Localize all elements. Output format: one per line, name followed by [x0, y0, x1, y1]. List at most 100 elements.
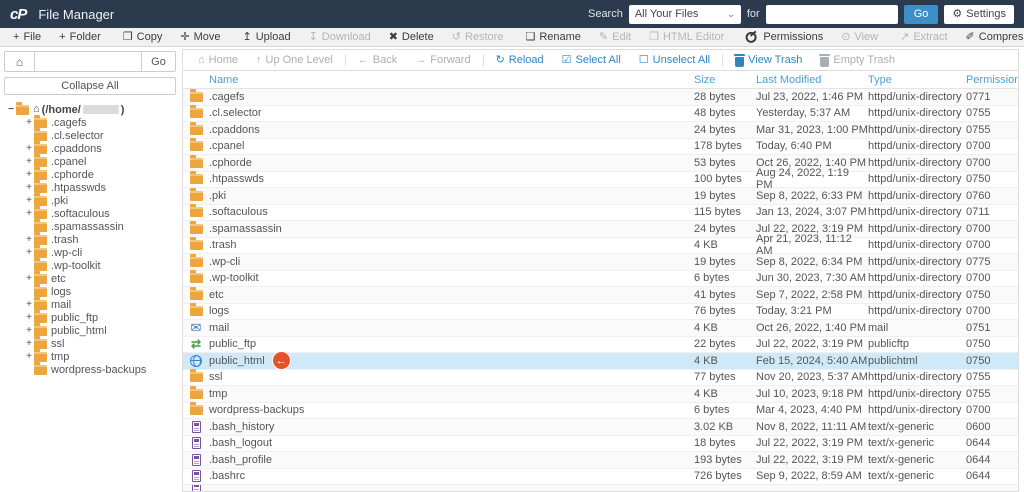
table-row-etc[interactable]: etc 41 bytes Sep 7, 2022, 2:58 PM httpd/uni…	[183, 286, 1018, 304]
table-row--softaculous[interactable]: .softaculous 115 bytes Jan 13, 2024, 3:07 …	[183, 204, 1018, 221]
table-row-public-html[interactable]: public_html ← 4 KB Feb 15, 2024, 5:40 AM pub…	[183, 352, 1018, 370]
sidebar-item-logs[interactable]: logs	[4, 283, 176, 298]
sidebar-item--wp-toolkit[interactable]: .wp-toolkit	[4, 257, 176, 272]
folder-icon	[189, 303, 203, 317]
sidebar-item--cpaddons[interactable]: + .cpaddons	[4, 140, 176, 155]
file-name: .cl.selector	[209, 107, 262, 120]
toolbar-rename-button[interactable]: ❏ Rename	[516, 31, 589, 43]
toolbar-file-button[interactable]: + File	[4, 31, 50, 43]
toolbar-button-label: Copy	[136, 31, 163, 43]
sidebar-item--cpanel[interactable]: + .cpanel	[4, 153, 176, 168]
expand-icon[interactable]: +	[24, 208, 34, 219]
search-scope-select[interactable]: All Your Files ⌄	[628, 4, 741, 24]
file-name: .pki	[209, 189, 227, 202]
tree-root-home[interactable]: − ⌂ (/home/)	[4, 101, 176, 116]
path-go-button[interactable]: Go	[141, 52, 175, 71]
file-type: httpd/unix-directory	[868, 107, 962, 120]
sidebar-item-ssl[interactable]: + ssl	[4, 335, 176, 350]
collapse-icon[interactable]: −	[6, 104, 16, 115]
table-row-tmp[interactable]: tmp 4 KB Jul 10, 2023, 9:18 PM httpd/unix-d…	[183, 385, 1018, 403]
file-size: 28 bytes	[694, 90, 736, 103]
nav-reload-button[interactable]: ↻ Reload	[487, 54, 553, 66]
table-row--htpasswds[interactable]: .htpasswds 100 bytes Aug 24, 2022, 1:19 PM…	[183, 167, 1018, 191]
file-type: text/x-generic	[868, 437, 935, 450]
table-row-public-ftp[interactable]: ⇄ public_ftp 22 bytes Jul 22, 2022, 3:19 PM…	[183, 337, 1018, 353]
table-row--trash[interactable]: .trash 4 KB Apr 21, 2023, 11:12 AM httpd/un…	[183, 233, 1018, 257]
sidebar-item-public-ftp[interactable]: + public_ftp	[4, 309, 176, 324]
table-row--cphorde[interactable]: .cphorde 53 bytes Oct 26, 2022, 1:40 PM htt…	[183, 154, 1018, 172]
nav-select-all-button[interactable]: ☑ Select All	[553, 54, 630, 66]
toolbar-copy-button[interactable]: ❐ Copy	[114, 31, 172, 43]
table-row-logs[interactable]: logs 76 bytes Today, 3:21 PM httpd/unix-dir…	[183, 303, 1018, 320]
search-go-button[interactable]: Go	[903, 4, 939, 24]
column-last-modified[interactable]: Last Modified	[756, 74, 868, 86]
toolbar-move-button[interactable]: ✛ Move	[171, 31, 229, 43]
table-row--bash-logout[interactable]: .bash_logout 18 bytes Jul 22, 2022, 3:19 P…	[183, 436, 1018, 452]
sidebar-item--trash[interactable]: + .trash	[4, 231, 176, 246]
expand-icon[interactable]: +	[24, 143, 34, 154]
nav-view-trash-button[interactable]: View Trash	[726, 53, 811, 67]
column-size[interactable]: Size	[694, 74, 756, 86]
expand-icon[interactable]: +	[24, 325, 34, 336]
toolbar-folder-button[interactable]: + Folder	[50, 31, 110, 43]
tree-item-label: logs	[51, 285, 72, 298]
expand-icon[interactable]: +	[24, 273, 34, 284]
expand-icon[interactable]: +	[24, 247, 34, 258]
expand-icon[interactable]: +	[24, 156, 34, 167]
table-row-wordpress-backups[interactable]: wordpress-backups 6 bytes Mar 4, 2023, 4:4…	[183, 402, 1018, 419]
expand-icon[interactable]: +	[24, 117, 34, 128]
column-name[interactable]: Name	[183, 74, 694, 86]
toolbar-compress-button[interactable]: ✐ Compress	[957, 31, 1024, 43]
expand-icon[interactable]: +	[24, 299, 34, 310]
toolbar-permissions-button[interactable]: Permissions	[737, 30, 832, 44]
collapse-all-button[interactable]: Collapse All	[4, 77, 176, 95]
table-row--cpanel[interactable]: .cpanel 178 bytes Today, 6:40 PM httpd/unix…	[183, 138, 1018, 155]
sidebar-item--wp-cli[interactable]: + .wp-cli	[4, 244, 176, 259]
table-row--cagefs[interactable]: .cagefs 28 bytes Jul 23, 2022, 1:46 PM http…	[183, 88, 1018, 106]
expand-icon[interactable]: +	[24, 351, 34, 362]
file-type: text/x-generic	[868, 453, 935, 466]
table-row--pki[interactable]: .pki 19 bytes Sep 8, 2022, 6:33 PM httpd/un…	[183, 187, 1018, 205]
key-icon	[744, 28, 762, 46]
path-input[interactable]	[35, 52, 141, 71]
sidebar-item--spamassassin[interactable]: .spamassassin	[4, 218, 176, 233]
table-row--bash-history[interactable]: .bash_history 3.02 KB Nov 8, 2022, 11:11 A…	[183, 419, 1018, 436]
table-row-mail[interactable]: ✉ mail 4 KB Oct 26, 2022, 1:40 PM mail 0751	[183, 320, 1018, 337]
sidebar-item--cagefs[interactable]: + .cagefs	[4, 114, 176, 129]
tree-item-label: .cpanel	[51, 155, 87, 168]
table-row--cpaddons[interactable]: .cpaddons 24 bytes Mar 31, 2023, 1:00 PM ht…	[183, 121, 1018, 139]
settings-label: Settings	[966, 8, 1006, 20]
toolbar-upload-button[interactable]: ↥ Upload	[233, 31, 299, 43]
sidebar-item-public-html[interactable]: + public_html	[4, 322, 176, 337]
expand-icon[interactable]: +	[24, 234, 34, 245]
sidebar-item--pki[interactable]: + .pki	[4, 192, 176, 207]
file-modified: Sep 8, 2022, 6:33 PM	[756, 189, 863, 202]
expand-icon[interactable]: +	[24, 169, 34, 180]
table-row--cl-selector[interactable]: .cl.selector 48 bytes Yesterday, 5:37 AM ht…	[183, 105, 1018, 122]
expand-icon[interactable]: +	[24, 338, 34, 349]
expand-icon[interactable]: +	[24, 182, 34, 193]
sidebar-item-mail[interactable]: + mail	[4, 296, 176, 311]
search-input[interactable]	[765, 4, 898, 24]
table-row--bash-profile[interactable]: .bash_profile 193 bytes Jul 22, 2022, 3:19…	[183, 452, 1018, 469]
nav-unselect-all-button[interactable]: ☐ Unselect All	[630, 54, 719, 66]
column-permissions[interactable]: Permissions	[966, 74, 1018, 86]
table-row--wp-toolkit[interactable]: .wp-toolkit 6 bytes Jun 30, 2023, 7:30 AM h…	[183, 270, 1018, 287]
expand-icon[interactable]: +	[24, 195, 34, 206]
toolbar-delete-button[interactable]: ✖ Delete	[380, 31, 443, 43]
table-row--wp-cli[interactable]: .wp-cli 19 bytes Sep 8, 2022, 6:34 PM httpd…	[183, 253, 1018, 271]
table-row--bashrc[interactable]: .bashrc 726 bytes Sep 9, 2022, 8:59 AM text…	[183, 469, 1018, 485]
sidebar-item--softaculous[interactable]: + .softaculous	[4, 205, 176, 220]
home-icon[interactable]: ⌂	[5, 52, 35, 71]
column-type[interactable]: Type	[868, 74, 966, 86]
sidebar-item-wordpress-backups[interactable]: wordpress-backups	[4, 361, 176, 376]
sidebar-item--cl-selector[interactable]: .cl.selector	[4, 127, 176, 142]
sidebar-item-etc[interactable]: + etc	[4, 270, 176, 285]
settings-button[interactable]: ⚙ Settings	[944, 4, 1014, 24]
table-row-ssl[interactable]: ssl 77 bytes Nov 20, 2023, 5:37 AM httpd/un…	[183, 369, 1018, 386]
sidebar-item-tmp[interactable]: + tmp	[4, 348, 176, 363]
sidebar-item--cphorde[interactable]: + .cphorde	[4, 166, 176, 181]
expand-icon[interactable]: +	[24, 312, 34, 323]
sidebar-item--htpasswds[interactable]: + .htpasswds	[4, 179, 176, 194]
table-row--spamassassin[interactable]: .spamassassin 24 bytes Jul 22, 2022, 3:19 …	[183, 220, 1018, 238]
